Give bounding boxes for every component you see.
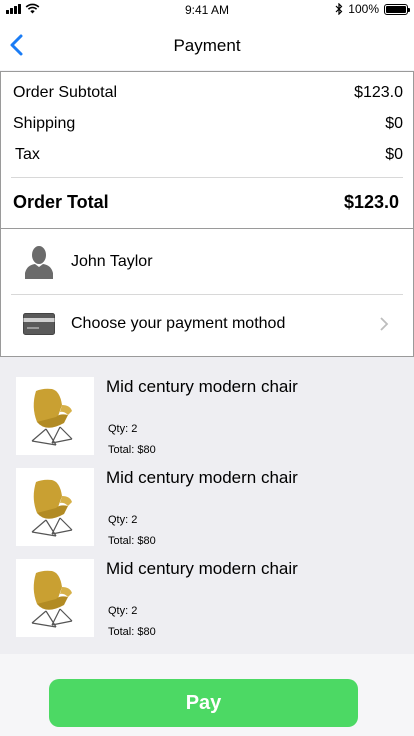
product-total: Total: $80: [108, 626, 156, 638]
battery-percent: 100%: [348, 2, 379, 16]
credit-card-icon: [23, 313, 55, 335]
product-qty: Qty: 2: [108, 514, 138, 526]
product-image: [16, 559, 94, 637]
product-title: Mid century modern chair: [106, 377, 298, 396]
shipping-row: Shipping $0: [13, 115, 403, 133]
payment-method-row[interactable]: Choose your payment mothod: [1, 293, 413, 355]
battery-fill: [386, 5, 406, 13]
customer-payment-card: John Taylor Choose your payment mothod: [0, 229, 414, 357]
product-title: Mid century modern chair: [106, 468, 298, 487]
battery-icon: [384, 3, 410, 15]
person-icon: [25, 246, 53, 279]
subtotal-value: $123.0: [354, 84, 403, 101]
order-total-value: $123.0: [343, 192, 399, 212]
order-summary-card: Order Subtotal $123.0 Shipping $0 Tax $0…: [0, 71, 414, 229]
list-item[interactable]: Mid century modern chair Qty: 2 Total: $…: [16, 559, 406, 638]
payment-method-label: Choose your payment mothod: [71, 315, 286, 332]
order-total-label: Order Total: [13, 192, 109, 212]
nav-bar: Payment: [0, 20, 414, 70]
product-image: [16, 468, 94, 546]
list-item[interactable]: Mid century modern chair Qty: 2 Total: $…: [16, 377, 406, 456]
summary-divider: [11, 177, 403, 178]
chair-icon: [31, 479, 73, 537]
list-item[interactable]: Mid century modern chair Qty: 2 Total: $…: [16, 468, 406, 547]
pay-footer: Pay: [0, 654, 414, 736]
order-total-row: Order Total $123.0: [13, 192, 399, 213]
customer-row[interactable]: John Taylor: [1, 231, 413, 293]
status-right: 100%: [335, 2, 410, 16]
tax-row: Tax $0: [15, 146, 403, 164]
chair-icon: [31, 570, 73, 628]
customer-name: John Taylor: [71, 253, 153, 270]
subtotal-row: Order Subtotal $123.0: [13, 84, 403, 102]
product-title: Mid century modern chair: [106, 559, 298, 578]
status-bar: 9:41 AM 100%: [0, 0, 414, 20]
tax-value: $0: [385, 146, 403, 163]
product-total: Total: $80: [108, 444, 156, 456]
pay-button[interactable]: Pay: [49, 679, 358, 727]
bluetooth-icon: [335, 3, 343, 15]
chair-icon: [31, 388, 73, 446]
cart-items-list: Mid century modern chair Qty: 2 Total: $…: [0, 357, 414, 654]
shipping-label: Shipping: [13, 115, 76, 132]
chevron-right-icon[interactable]: [379, 316, 389, 332]
page-title: Payment: [173, 36, 241, 55]
tax-label: Tax: [15, 146, 40, 163]
shipping-value: $0: [385, 115, 403, 132]
subtotal-label: Order Subtotal: [13, 84, 118, 101]
product-qty: Qty: 2: [108, 423, 138, 435]
product-total: Total: $80: [108, 535, 156, 547]
product-image: [16, 377, 94, 455]
product-qty: Qty: 2: [108, 605, 138, 617]
